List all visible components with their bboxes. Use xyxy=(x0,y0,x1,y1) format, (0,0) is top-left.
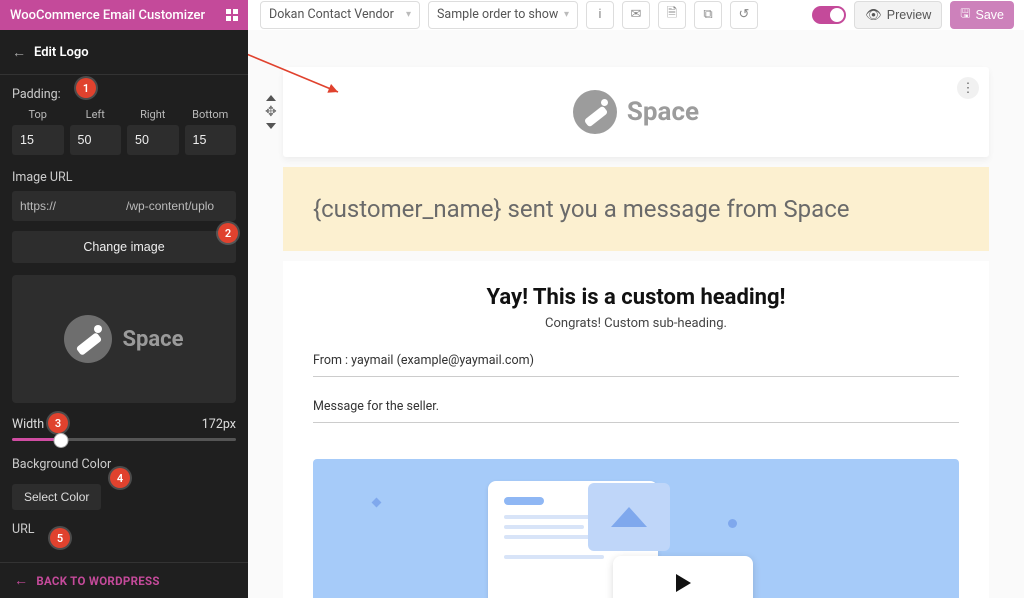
width-value: 172px xyxy=(202,417,236,432)
sidebar-footer[interactable]: ← BACK TO WORDPRESS xyxy=(0,562,248,598)
sidebar: ← Edit Logo 1 2 3 4 5 Padding: Top Left … xyxy=(0,30,248,598)
kebab-icon: ⋮ xyxy=(962,81,975,96)
change-image-button[interactable]: Change image xyxy=(12,231,236,263)
save-button[interactable]: 🖫 Save xyxy=(950,1,1014,29)
pad-bottom-input[interactable] xyxy=(185,125,237,155)
save-label: Save xyxy=(976,8,1005,22)
image-url-input[interactable] xyxy=(12,191,236,221)
pad-top-label: Top xyxy=(12,108,64,121)
preview-canvas: ✥ Space ⋮ {customer_name} sent you a mes… xyxy=(248,30,1024,598)
order-select[interactable]: Sample order to show ▾ xyxy=(428,1,578,29)
arrow-left-icon: ← xyxy=(14,572,28,589)
send-test-button[interactable]: ✉ xyxy=(622,1,650,29)
sidebar-body: 1 2 3 4 5 Padding: Top Left Right xyxy=(0,75,248,562)
pad-right-label: Right xyxy=(127,108,179,121)
chevron-down-icon: ▾ xyxy=(564,9,569,20)
save-icon: 🖫 xyxy=(960,4,970,25)
document-icon: 🗎 xyxy=(667,4,677,26)
info-button[interactable]: i xyxy=(586,1,614,29)
rocket-icon xyxy=(64,315,112,363)
pad-bottom-label: Bottom xyxy=(185,108,237,121)
mail-icon: ✉ xyxy=(631,7,642,22)
block-menu-button[interactable]: ⋮ xyxy=(957,77,979,99)
topbar-brand-area: WooCommerce Email Customizer xyxy=(0,0,248,30)
pad-right-input[interactable] xyxy=(127,125,179,155)
annotation-badge-4: 4 xyxy=(110,468,130,488)
copy-icon: ⧉ xyxy=(703,7,712,22)
email-banner[interactable]: {customer_name} sent you a message from … xyxy=(283,167,989,251)
illus-card-image xyxy=(588,483,670,551)
email-body-block[interactable]: Yay! This is a custom heading! Congrats!… xyxy=(283,261,989,598)
width-slider[interactable] xyxy=(12,438,236,441)
url-label: URL xyxy=(12,522,236,537)
panel-title: Edit Logo xyxy=(34,45,89,60)
email-subheading: Congrats! Custom sub-heading. xyxy=(313,316,959,331)
back-to-wp-label: BACK TO WORDPRESS xyxy=(36,574,159,588)
chevron-down-icon: ▾ xyxy=(406,9,411,20)
padding-label: Padding: xyxy=(12,87,236,102)
logo-brand-text: Space xyxy=(122,327,183,352)
annotation-badge-3: 3 xyxy=(48,413,68,433)
email-logo-block[interactable]: ✥ Space ⋮ xyxy=(283,67,989,157)
refresh-icon: ↺ xyxy=(739,7,750,22)
image-preview[interactable]: Space xyxy=(12,275,236,403)
email-logo-text: Space xyxy=(627,97,699,127)
move-down-icon[interactable] xyxy=(266,123,276,129)
illus-card-video xyxy=(613,556,753,598)
message-line: Message for the seller. xyxy=(313,389,959,423)
rocket-icon xyxy=(573,90,617,134)
export-button[interactable]: 🗎 xyxy=(658,1,686,29)
info-icon: i xyxy=(598,7,601,22)
move-handle-icon[interactable]: ✥ xyxy=(265,105,277,119)
sidebar-header: ← Edit Logo xyxy=(0,30,248,75)
back-icon[interactable]: ← xyxy=(12,44,26,61)
app-title: WooCommerce Email Customizer xyxy=(10,8,205,23)
illustration-block xyxy=(313,459,959,598)
decor-shape xyxy=(728,519,737,528)
enable-toggle[interactable] xyxy=(812,6,846,24)
copy-button[interactable]: ⧉ xyxy=(694,1,722,29)
email-heading: Yay! This is a custom heading! xyxy=(313,285,959,310)
eye-icon: 👁 xyxy=(865,7,882,23)
order-select-value: Sample order to show xyxy=(437,7,558,22)
width-row: Width 172px xyxy=(12,417,236,432)
pad-left-input[interactable] xyxy=(70,125,122,155)
topbar: WooCommerce Email Customizer Dokan Conta… xyxy=(0,0,1024,30)
email-wrapper: ✥ Space ⋮ {customer_name} sent you a mes… xyxy=(283,67,989,598)
annotation-badge-2: 2 xyxy=(218,223,238,243)
preview-label: Preview xyxy=(887,8,931,22)
image-url-label: Image URL xyxy=(12,170,236,185)
block-drag-controls[interactable]: ✥ xyxy=(265,95,277,129)
template-select-value: Dokan Contact Vendor xyxy=(269,7,394,22)
dashboard-icon[interactable] xyxy=(226,9,238,21)
select-color-button[interactable]: Select Color xyxy=(12,484,101,510)
annotation-badge-5: 5 xyxy=(50,528,70,548)
annotation-badge-1: 1 xyxy=(76,78,96,98)
preview-button[interactable]: 👁 Preview xyxy=(854,1,942,29)
move-up-icon[interactable] xyxy=(266,95,276,101)
padding-row: Top Left Right Bottom xyxy=(12,108,236,155)
from-line: From : yaymail (example@yaymail.com) xyxy=(313,343,959,377)
pad-top-input[interactable] xyxy=(12,125,64,155)
width-label: Width xyxy=(12,417,44,432)
pad-left-label: Left xyxy=(70,108,122,121)
decor-shape xyxy=(372,498,382,508)
reset-button[interactable]: ↺ xyxy=(730,1,758,29)
play-icon xyxy=(676,574,691,592)
main-split: ← Edit Logo 1 2 3 4 5 Padding: Top Left … xyxy=(0,30,1024,598)
template-select[interactable]: Dokan Contact Vendor ▾ xyxy=(260,1,420,29)
